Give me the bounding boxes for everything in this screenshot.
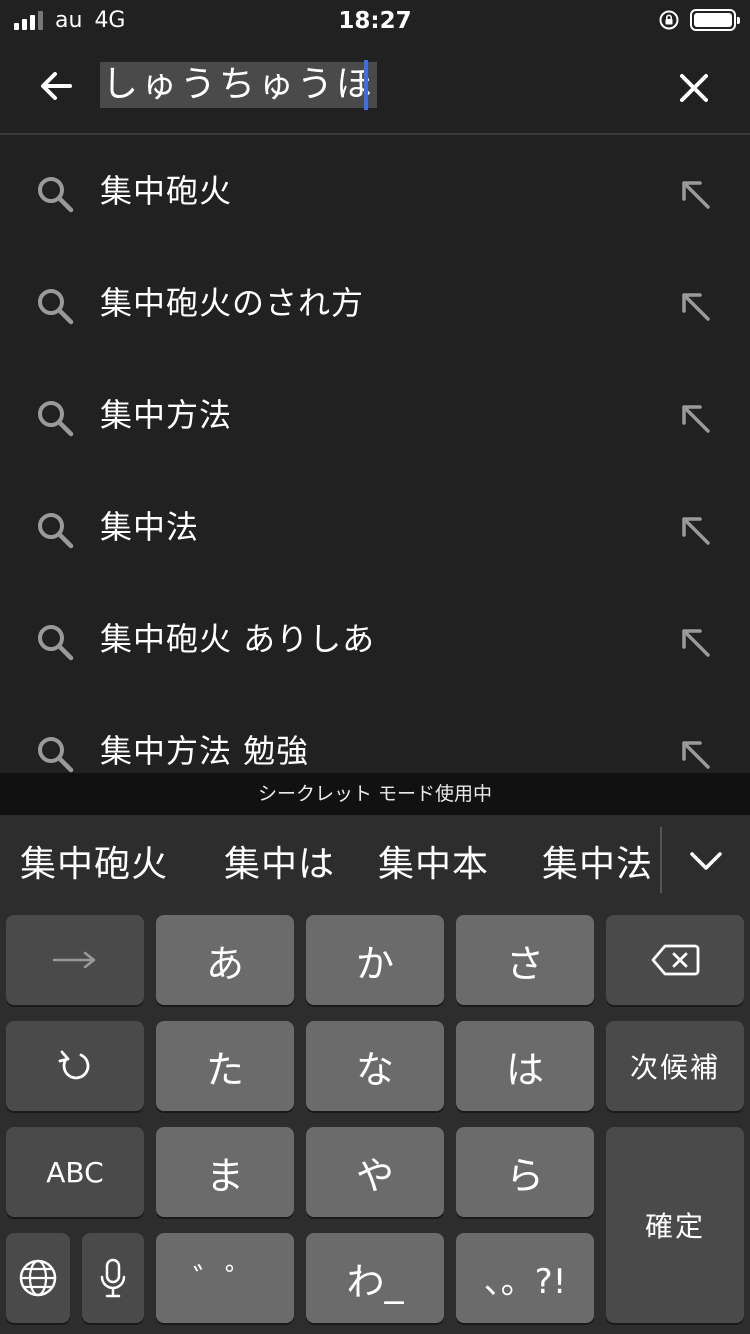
search-icon <box>38 625 74 661</box>
key-ya[interactable]: や <box>306 1127 444 1217</box>
key-label: ら <box>505 1153 544 1198</box>
backspace-key[interactable] <box>606 915 744 1005</box>
key-label: 次候補 <box>629 1051 720 1084</box>
suggestion-item[interactable]: 集中法 <box>0 473 750 585</box>
key-label: あ <box>205 941 244 986</box>
candidate-item[interactable]: 集中砲火 <box>20 843 168 887</box>
candidate-bar: 集中砲火 集中は 集中本 集中法 <box>0 815 750 911</box>
back-button[interactable] <box>30 60 82 112</box>
globe-key[interactable] <box>6 1233 70 1323</box>
fill-query-arrow-icon[interactable] <box>676 735 714 773</box>
fill-query-arrow-icon[interactable] <box>676 287 714 325</box>
clear-search-button[interactable] <box>668 62 720 114</box>
key-label: は <box>505 1047 544 1092</box>
suggestion-text: 集中方法 <box>100 396 233 434</box>
fill-query-arrow-icon[interactable] <box>676 399 714 437</box>
candidate-item[interactable]: 集中本 <box>378 843 489 887</box>
key-label: ま <box>205 1153 244 1198</box>
key-label: ABC <box>46 1155 104 1189</box>
key-ra[interactable]: ら <box>456 1127 594 1217</box>
search-icon <box>38 177 74 213</box>
key-label: か <box>355 941 394 986</box>
key-ha[interactable]: は <box>456 1021 594 1111</box>
search-icon <box>38 401 74 437</box>
suggestion-text: 集中砲火 <box>100 172 233 210</box>
key-wa[interactable]: わ_ <box>306 1233 444 1323</box>
key-ma[interactable]: ま <box>156 1127 294 1217</box>
fill-query-arrow-icon[interactable] <box>676 623 714 661</box>
incognito-banner: シークレット モード使用中 <box>0 773 750 815</box>
undo-key[interactable] <box>6 1021 144 1111</box>
candidate-item[interactable]: 集中法 <box>542 843 653 887</box>
suggestion-item[interactable]: 集中方法 勉強 <box>0 697 750 773</box>
fill-query-arrow-icon[interactable] <box>676 175 714 213</box>
carrier-label: au <box>55 7 83 33</box>
expand-candidates-button[interactable] <box>680 837 732 885</box>
status-bar: au 4G <box>0 0 750 40</box>
suggestion-text: 集中砲火 ありしあ <box>100 620 376 658</box>
status-left: au 4G <box>14 8 125 33</box>
signal-strength-icon <box>14 10 43 30</box>
key-label: さ <box>505 941 544 986</box>
candidate-item[interactable]: 集中は <box>224 843 335 887</box>
globe-icon <box>19 1259 57 1297</box>
key-label: や <box>355 1153 394 1198</box>
microphone-icon <box>100 1258 126 1298</box>
suggestion-text: 集中方法 勉強 <box>100 732 310 770</box>
status-right <box>658 9 740 31</box>
key-ta[interactable]: た <box>156 1021 294 1111</box>
suggestion-text: 集中砲火のされ方 <box>100 284 365 322</box>
undo-icon <box>58 1050 90 1080</box>
arrow-left-icon <box>41 72 72 100</box>
key-a[interactable]: あ <box>156 915 294 1005</box>
arrow-right-icon <box>52 951 96 969</box>
key-label: た <box>205 1047 244 1092</box>
punctuation-key[interactable]: 、。?! <box>456 1233 594 1323</box>
key-label: 、。?! <box>483 1261 567 1302</box>
key-label: わ_ <box>346 1259 404 1304</box>
search-icon <box>38 737 74 773</box>
dakuten-key[interactable]: ゛゜ <box>156 1233 294 1323</box>
abc-key[interactable]: ABC <box>6 1127 144 1217</box>
keyboard: 集中砲火 集中は 集中本 集中法 あ か さ た な は 次候補 ABC ま や… <box>0 815 750 1334</box>
text-cursor <box>364 60 368 110</box>
microphone-key[interactable] <box>82 1233 144 1323</box>
battery-icon <box>690 9 740 31</box>
close-icon <box>680 74 708 102</box>
rotation-lock-icon <box>659 10 679 30</box>
confirm-key[interactable]: 確定 <box>606 1127 744 1323</box>
candidate-divider <box>660 827 662 893</box>
suggestion-item[interactable]: 集中砲火のされ方 <box>0 249 750 361</box>
suggestion-item[interactable]: 集中砲火 ありしあ <box>0 585 750 697</box>
key-label: 確定 <box>644 1210 705 1243</box>
fill-query-arrow-icon[interactable] <box>676 511 714 549</box>
key-na[interactable]: な <box>306 1021 444 1111</box>
chevron-down-icon <box>690 852 722 870</box>
key-ka[interactable]: か <box>306 915 444 1005</box>
key-label: ゛゜ <box>192 1261 257 1299</box>
key-label: な <box>355 1047 394 1092</box>
search-icon <box>38 513 74 549</box>
suggestion-item[interactable]: 集中砲火 <box>0 137 750 249</box>
suggestion-text: 集中法 <box>100 508 200 546</box>
key-sa[interactable]: さ <box>456 915 594 1005</box>
search-header: しゅうちゅうほ <box>0 40 750 135</box>
suggestion-item[interactable]: 集中方法 <box>0 361 750 473</box>
backspace-icon <box>651 944 700 976</box>
cursor-right-key[interactable] <box>6 915 144 1005</box>
network-label: 4G <box>94 7 126 33</box>
search-icon <box>38 289 74 325</box>
search-input[interactable]: しゅうちゅうほ <box>100 62 378 108</box>
next-candidate-key[interactable]: 次候補 <box>606 1021 744 1111</box>
suggestion-list: 集中砲火 集中砲火のされ方 集中方法 集中法 集中砲火 ありしあ 集中方法 勉強 <box>0 137 750 773</box>
